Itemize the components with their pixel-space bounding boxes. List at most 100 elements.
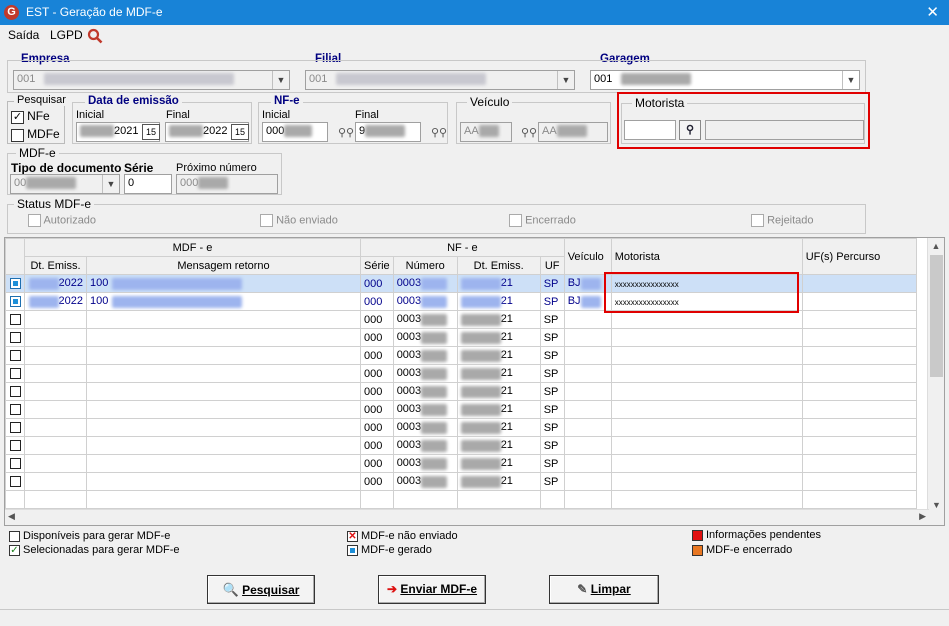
table-row[interactable]: 000 0003 21 SP <box>5 364 917 383</box>
table-row[interactable]: 000 0003 21 SP <box>5 310 917 329</box>
scrollbar-thumb[interactable] <box>930 255 943 377</box>
binoculars-icon[interactable]: ⚲⚲ <box>431 126 447 139</box>
select-cell[interactable] <box>5 418 25 437</box>
status-nao-enviado-checkbox[interactable]: Não enviado <box>260 214 338 227</box>
select-cell[interactable] <box>5 454 25 473</box>
select-cell[interactable] <box>5 364 25 383</box>
nfe-inicial-input[interactable]: 000 <box>262 122 328 142</box>
header-motorista[interactable]: Motorista <box>610 238 803 275</box>
table-row[interactable]: 000 0003 21 SP <box>5 382 917 401</box>
row-checkbox[interactable] <box>9 296 21 308</box>
status-encerrado-checkbox[interactable]: Encerrado <box>509 214 576 227</box>
serie-cell: 000 <box>360 472 394 491</box>
status-rejeitado-checkbox[interactable]: Rejeitado <box>751 214 814 227</box>
select-cell[interactable] <box>5 436 25 455</box>
mdfe-date-cell-value: 2022 <box>58 295 83 308</box>
row-checkbox[interactable] <box>9 368 21 380</box>
select-cell[interactable] <box>5 472 25 491</box>
menu-lgpd[interactable]: LGPD <box>50 28 83 42</box>
veiculo-cell <box>563 310 612 329</box>
header-veiculo[interactable]: Veículo <box>563 238 612 275</box>
header-mensagem[interactable]: Mensagem retorno <box>86 256 361 275</box>
nfe-final-label: Final <box>355 109 379 121</box>
scroll-right-icon[interactable]: ▶ <box>919 511 926 522</box>
menu-saida[interactable]: Saída <box>8 28 39 42</box>
mdfe-date-cell-value: 2022 <box>58 277 83 290</box>
select-cell[interactable] <box>5 274 25 293</box>
data-emissao-label: Data de emissão <box>85 95 182 107</box>
select-cell[interactable] <box>5 382 25 401</box>
binoculars-icon[interactable]: ⚲⚲ <box>338 126 354 139</box>
table-row[interactable]: 000 0003 21 SP <box>5 472 917 491</box>
header-dt-emiss-mdfe[interactable]: Dt. Emiss. <box>24 256 87 275</box>
row-checkbox[interactable] <box>9 332 21 344</box>
row-checkbox[interactable] <box>9 278 21 290</box>
select-cell[interactable] <box>5 346 25 365</box>
row-checkbox[interactable] <box>9 440 21 452</box>
scroll-up-icon[interactable]: ▲ <box>928 238 944 254</box>
header-serie[interactable]: Série <box>360 256 394 275</box>
eraser-icon: ✎ <box>577 582 588 596</box>
status-autorizado-checkbox[interactable]: Autorizado <box>28 214 96 227</box>
table-row[interactable]: 000 0003 21 SP <box>5 346 917 365</box>
vertical-scrollbar[interactable]: ▲ ▼ <box>927 238 944 525</box>
table-row[interactable]: 000 0003 21 SP <box>5 436 917 455</box>
mensagem-cell <box>86 346 361 365</box>
redacted-text <box>478 125 499 138</box>
select-cell[interactable] <box>5 328 25 347</box>
header-uf[interactable]: UF <box>539 256 565 275</box>
select-cell[interactable] <box>5 400 25 419</box>
ufs-percurso-cell <box>801 436 917 455</box>
proximo-numero-value: 000 <box>180 177 199 189</box>
row-checkbox[interactable] <box>9 314 21 326</box>
calendar-icon[interactable]: 15 <box>142 124 160 140</box>
row-checkbox[interactable] <box>9 350 21 362</box>
veiculo-input-2[interactable]: AA <box>538 122 608 142</box>
motorista-cell <box>610 382 803 401</box>
mdfe-checkbox-label: MDFe <box>27 127 60 141</box>
veiculo-input-1[interactable]: AA <box>460 122 512 142</box>
checkbox-empty-icon <box>260 214 273 227</box>
row-checkbox[interactable] <box>9 476 21 488</box>
header-dt-emiss-nfe[interactable]: Dt. Emiss. <box>456 256 541 275</box>
scroll-left-icon[interactable]: ◀ <box>8 511 15 522</box>
serie-cell-value: 000 <box>364 349 383 362</box>
tipo-documento-select[interactable]: 00 ▼ <box>10 174 120 194</box>
redacted-text <box>112 277 243 290</box>
row-checkbox[interactable] <box>9 386 21 398</box>
row-checkbox[interactable] <box>9 422 21 434</box>
table-row[interactable]: 000 0003 21 SP <box>5 328 917 347</box>
table-row[interactable]: 000 0003 21 SP <box>5 418 917 437</box>
scroll-down-icon[interactable]: ▼ <box>928 500 944 510</box>
select-cell[interactable] <box>5 310 25 329</box>
nfe-final-input[interactable]: 9 <box>355 122 421 142</box>
filters-top-box <box>7 60 866 93</box>
pesquisar-button[interactable]: 🔍 Pesquisar <box>207 575 315 604</box>
binoculars-icon[interactable]: ⚲⚲ <box>521 126 537 139</box>
limpar-button[interactable]: ✎ Limpar <box>549 575 659 604</box>
header-numero[interactable]: Número <box>392 256 458 275</box>
search-icon[interactable] <box>87 28 103 44</box>
select-cell[interactable] <box>5 292 25 311</box>
menu-bar: Saída LGPD <box>0 25 949 47</box>
chevron-down-icon[interactable]: ▼ <box>102 175 119 193</box>
redacted-text <box>460 349 501 362</box>
mdfe-checkbox[interactable]: MDFe <box>11 127 60 142</box>
enviar-mdfe-button[interactable]: ➔ Enviar MDF-e <box>378 575 486 604</box>
data-inicial-label: Inicial <box>76 109 105 121</box>
empty-cell <box>86 490 361 509</box>
header-ufs-percurso[interactable]: UF(s) Percurso <box>801 238 917 275</box>
legend-gerado: MDF-e gerado <box>347 544 432 556</box>
nfe-checkbox[interactable]: ✓ NFe <box>11 109 50 124</box>
table-row[interactable]: 000 0003 21 SP <box>5 400 917 419</box>
serie-cell-value: 000 <box>364 367 383 380</box>
row-checkbox[interactable] <box>9 458 21 470</box>
close-icon[interactable]: ✕ <box>926 3 939 21</box>
serie-input[interactable]: 0 <box>124 174 172 194</box>
numero-cell: 0003 <box>392 418 458 437</box>
calendar-icon[interactable]: 15 <box>231 124 249 140</box>
row-checkbox[interactable] <box>9 404 21 416</box>
table-row[interactable]: 000 0003 21 SP <box>5 454 917 473</box>
motorista-cell <box>610 418 803 437</box>
horizontal-scrollbar[interactable]: ◀ ▶ <box>5 509 929 525</box>
